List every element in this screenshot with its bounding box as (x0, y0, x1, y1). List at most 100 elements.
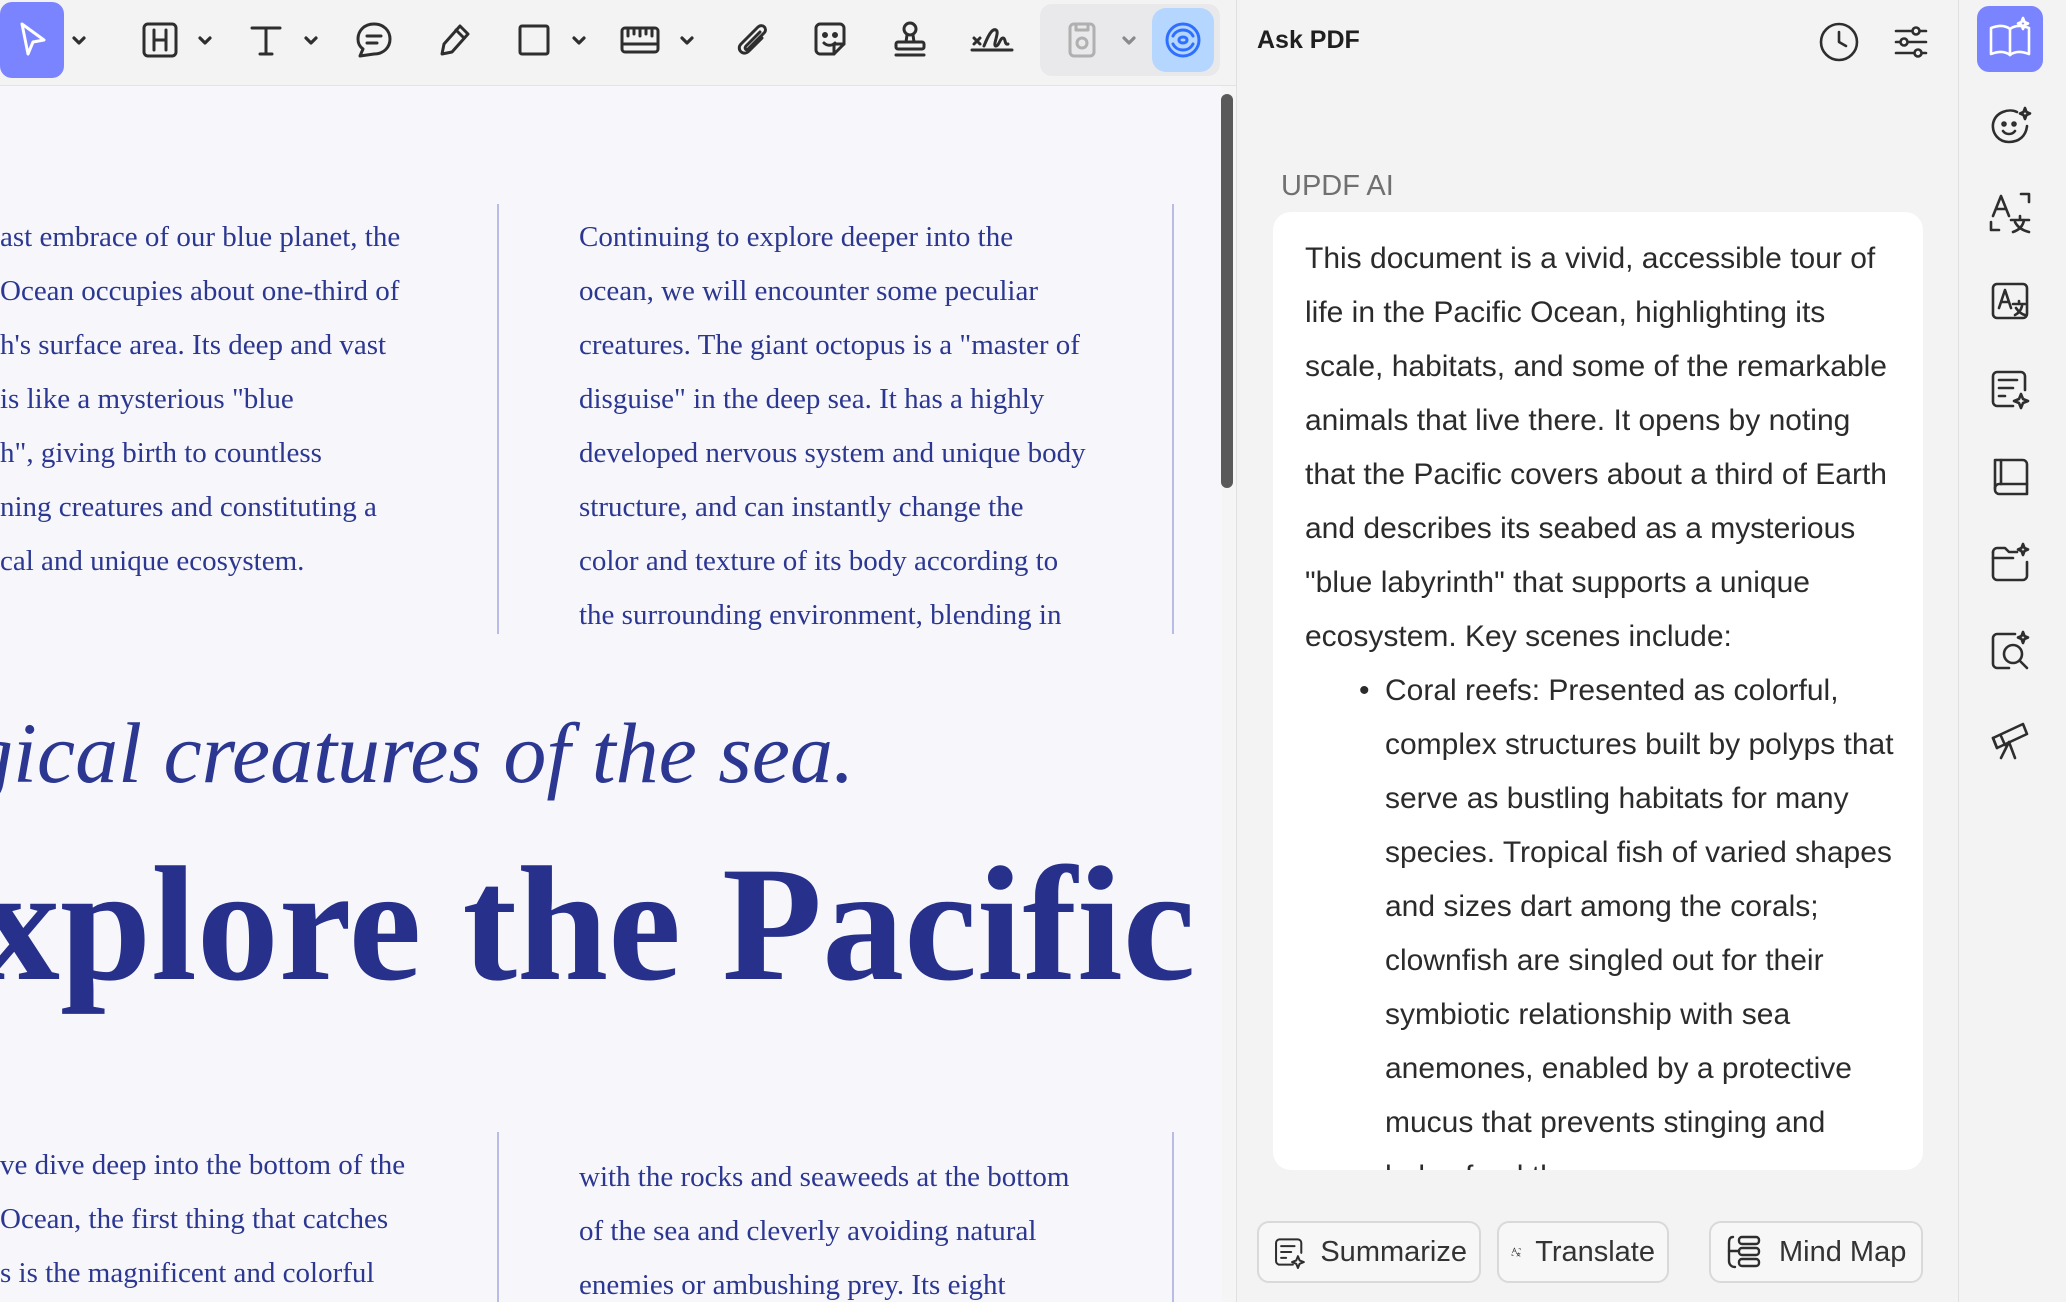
updf-ai-icon (1165, 22, 1201, 58)
rail-translate-button[interactable] (1977, 180, 2043, 246)
text-tool-caret[interactable] (296, 2, 326, 78)
save-disabled-icon (1068, 22, 1096, 58)
shape-tool-caret[interactable] (564, 2, 594, 78)
column-divider (497, 1132, 499, 1302)
updf-ai-button[interactable] (1152, 8, 1214, 72)
sticker-tool-button[interactable] (802, 2, 858, 78)
measure-tool-caret[interactable] (672, 2, 702, 78)
col1-top-line: cal and unique ecosystem. (0, 545, 305, 577)
ai-response-label: UPDF AI (1281, 170, 1394, 202)
col2-top-line: ocean, we will encounter some peculiar (579, 275, 1038, 307)
col2-bottom-line: of the sea and cleverly avoiding natural (579, 1215, 1037, 1247)
ai-response-bubble[interactable]: This document is a vivid, accessible tou… (1273, 212, 1923, 1170)
chevron-down-icon (1122, 36, 1136, 45)
measure-tool-button[interactable] (612, 2, 668, 78)
ask-pdf-panel: Ask PDF UPDF AI This document is a vivid… (1236, 0, 1959, 1302)
col2-top-line: disguise" in the deep sea. It has a high… (579, 383, 1045, 415)
chat-icon (1991, 106, 2032, 144)
col2-top-line: developed nervous system and unique body (579, 437, 1086, 469)
rail-explain-button[interactable] (1977, 268, 2043, 334)
select-tool-caret[interactable] (64, 2, 94, 78)
column-divider (1172, 204, 1174, 634)
pencil-tool-button[interactable] (426, 2, 482, 78)
ai-response-text: This document is a vivid, accessible tou… (1305, 242, 1887, 653)
sliders-icon (1894, 26, 1928, 58)
measure-icon (620, 26, 660, 54)
col1-top-line: is like a mysterious "blue (0, 383, 294, 415)
comment-tool-button[interactable] (346, 2, 402, 78)
translate-icon (1989, 192, 2031, 234)
pdf-document-view[interactable]: ast embrace of our blue planet, the Ocean… (0, 86, 1222, 1302)
col1-top-line: ast embrace of our blue planet, the (0, 221, 401, 253)
rectangle-icon (518, 24, 550, 56)
col2-bottom-line: with the rocks and seaweeds at the botto… (579, 1161, 1070, 1193)
panel-title: Ask PDF (1257, 26, 1360, 54)
save-caret[interactable] (1114, 2, 1144, 78)
col2-top-line: Continuing to explore deeper into the (579, 221, 1014, 253)
rail-summarize-button[interactable] (1977, 356, 2043, 422)
text-tool-button[interactable] (238, 2, 294, 78)
mind-map-label: Mind Map (1779, 1235, 1907, 1268)
explain-icon (1991, 282, 2029, 320)
history-button[interactable] (1811, 14, 1867, 70)
text-column-bottom-left: ve dive deep into the bottom of the Ocean… (0, 1138, 405, 1300)
ask-pdf-icon (1989, 16, 2031, 57)
summarize-label: Summarize (1320, 1235, 1467, 1268)
summarize-icon (1275, 1238, 1305, 1269)
shape-tool-button[interactable] (506, 2, 562, 78)
chevron-down-icon (304, 36, 318, 45)
col1-top-line: h's surface area. Its deep and vast (0, 329, 387, 361)
search-ai-icon (1991, 630, 2030, 670)
document-scrollbar[interactable] (1221, 94, 1233, 488)
main-toolbar (0, 0, 1236, 86)
text-icon (250, 26, 282, 56)
translate-button[interactable]: Translate (1497, 1221, 1669, 1283)
col1-bottom-line: ve dive deep into the bottom of the (0, 1149, 406, 1181)
summarize-button[interactable]: Summarize (1257, 1221, 1481, 1283)
stamp-icon (894, 21, 926, 57)
translate-icon (1511, 1247, 1521, 1257)
attachment-icon (737, 24, 767, 55)
col2-bottom-line: enemies or ambushing prey. Its eight (579, 1269, 1006, 1301)
telescope-icon (1991, 722, 2029, 760)
chevron-down-icon (680, 36, 694, 45)
document-title: xplore the Pacific (0, 834, 1196, 1015)
comment-icon (356, 22, 392, 58)
signature-tool-button[interactable] (962, 2, 1022, 78)
rail-ask-pdf-button[interactable] (1977, 6, 2043, 72)
bullet-marker: • (1359, 674, 1370, 707)
sticker-icon (814, 22, 846, 56)
rail-chat-button[interactable] (1977, 94, 2043, 160)
rail-book-button[interactable] (1977, 444, 2043, 510)
text-column-top-left: ast embrace of our blue planet, the Ocean… (0, 210, 400, 588)
col1-top-line: Ocean occupies about one-third of (0, 275, 400, 307)
select-tool-button[interactable] (0, 2, 64, 78)
mind-map-icon (1727, 1235, 1761, 1269)
ai-tools-rail (1958, 0, 2066, 1302)
ai-response-bullets: • Coral reefs: Presented as colorful, com… (1353, 664, 1895, 1170)
rail-folder-ai-button[interactable] (1977, 530, 2043, 596)
history-clock-icon (1819, 22, 1859, 62)
col1-bottom-line: s is the magnificent and colorful (0, 1257, 375, 1289)
col2-top-line: the surrounding environment, blending in (579, 599, 1062, 631)
attachment-tool-button[interactable] (724, 2, 780, 78)
col2-top-line: color and texture of its body according … (579, 545, 1059, 577)
settings-button[interactable] (1883, 14, 1939, 70)
col1-bottom-line: Ocean, the first thing that catches (0, 1203, 389, 1235)
column-divider (1172, 1132, 1174, 1302)
book-icon (1993, 458, 2029, 496)
rail-search-ai-button[interactable] (1977, 618, 2043, 684)
highlight-tool-button[interactable] (132, 2, 188, 78)
rail-telescope-button[interactable] (1977, 706, 2043, 772)
stamp-tool-button[interactable] (882, 2, 938, 78)
mind-map-button[interactable]: Mind Map (1709, 1221, 1923, 1283)
document-subtitle: gical creatures of the sea. (0, 705, 855, 801)
col1-top-line: ning creatures and constituting a (0, 491, 377, 523)
column-divider (497, 204, 499, 634)
save-button[interactable] (1054, 2, 1110, 78)
text-column-top-right: Continuing to explore deeper into the oce… (579, 210, 1086, 642)
col1-top-line: h", giving birth to countless (0, 437, 322, 469)
signature-icon (970, 28, 1014, 52)
highlight-tool-caret[interactable] (190, 2, 220, 78)
chevron-down-icon (572, 36, 586, 45)
